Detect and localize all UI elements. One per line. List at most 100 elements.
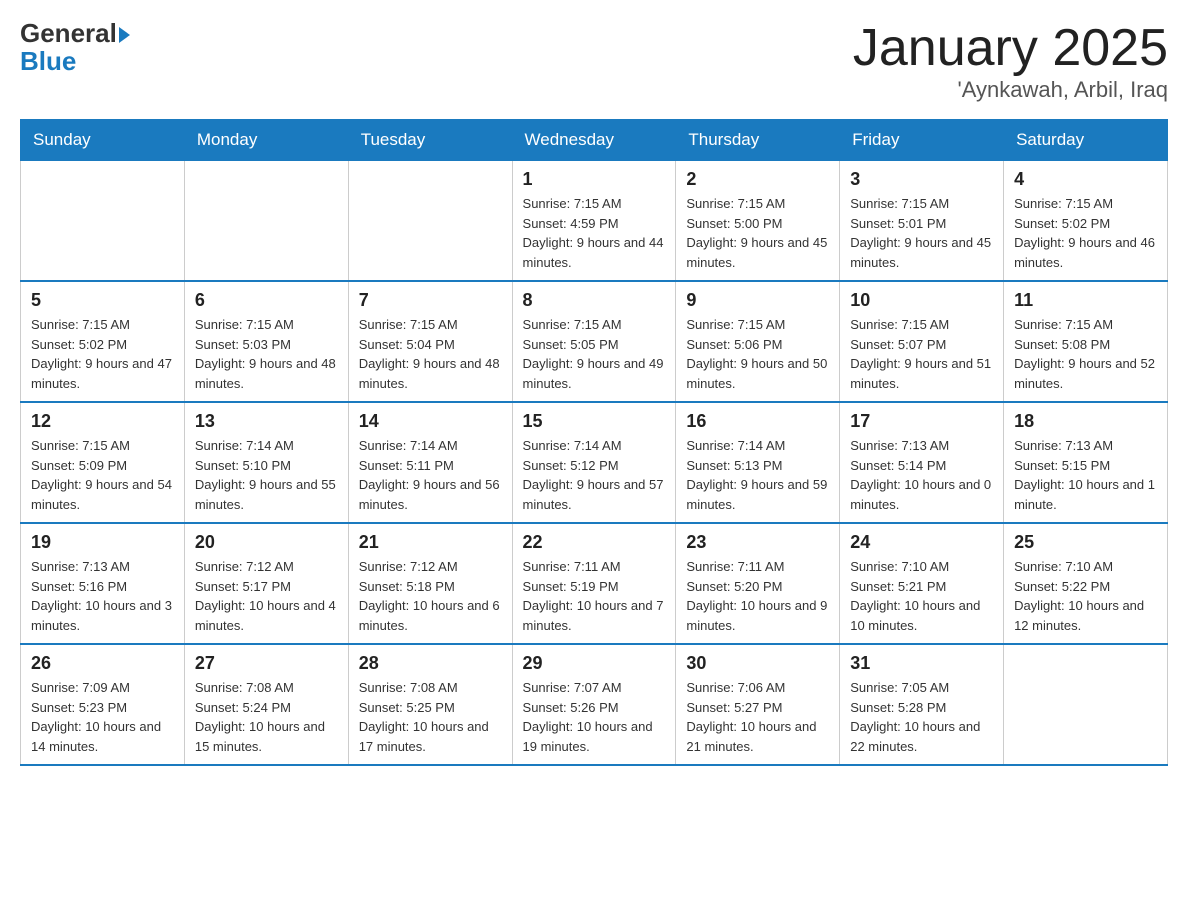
day-number: 18 bbox=[1014, 411, 1157, 432]
day-number: 17 bbox=[850, 411, 993, 432]
day-info: Sunrise: 7:11 AMSunset: 5:19 PMDaylight:… bbox=[523, 557, 666, 635]
day-of-week-thursday: Thursday bbox=[676, 120, 840, 161]
day-info: Sunrise: 7:15 AMSunset: 5:01 PMDaylight:… bbox=[850, 194, 993, 272]
day-number: 16 bbox=[686, 411, 829, 432]
day-of-week-friday: Friday bbox=[840, 120, 1004, 161]
day-cell: 29 Sunrise: 7:07 AMSunset: 5:26 PMDayligh… bbox=[512, 644, 676, 765]
day-info: Sunrise: 7:10 AMSunset: 5:22 PMDaylight:… bbox=[1014, 557, 1157, 635]
day-cell: 28 Sunrise: 7:08 AMSunset: 5:25 PMDayligh… bbox=[348, 644, 512, 765]
day-info: Sunrise: 7:15 AMSunset: 5:06 PMDaylight:… bbox=[686, 315, 829, 393]
day-info: Sunrise: 7:15 AMSunset: 5:00 PMDaylight:… bbox=[686, 194, 829, 272]
day-number: 23 bbox=[686, 532, 829, 553]
day-of-week-sunday: Sunday bbox=[21, 120, 185, 161]
title-block: January 2025 'Aynkawah, Arbil, Iraq bbox=[853, 20, 1168, 103]
day-info: Sunrise: 7:15 AMSunset: 5:09 PMDaylight:… bbox=[31, 436, 174, 514]
calendar-subtitle: 'Aynkawah, Arbil, Iraq bbox=[853, 77, 1168, 103]
day-number: 28 bbox=[359, 653, 502, 674]
day-info: Sunrise: 7:15 AMSunset: 5:04 PMDaylight:… bbox=[359, 315, 502, 393]
day-number: 29 bbox=[523, 653, 666, 674]
day-cell: 17Sunrise: 7:13 AMSunset: 5:14 PMDayligh… bbox=[840, 402, 1004, 523]
day-info: Sunrise: 7:13 AMSunset: 5:15 PMDaylight:… bbox=[1014, 436, 1157, 514]
day-cell: 30 Sunrise: 7:06 AMSunset: 5:27 PMDayligh… bbox=[676, 644, 840, 765]
day-info: Sunrise: 7:15 AMSunset: 4:59 PMDaylight:… bbox=[523, 194, 666, 272]
days-of-week-row: SundayMondayTuesdayWednesdayThursdayFrid… bbox=[21, 120, 1168, 161]
day-info: Sunrise: 7:15 AMSunset: 5:08 PMDaylight:… bbox=[1014, 315, 1157, 393]
day-cell: 14 Sunrise: 7:14 AMSunset: 5:11 PMDayligh… bbox=[348, 402, 512, 523]
week-row-1: 1 Sunrise: 7:15 AMSunset: 4:59 PMDaylight… bbox=[21, 161, 1168, 282]
day-info: Sunrise: 7:15 AMSunset: 5:07 PMDaylight:… bbox=[850, 315, 993, 393]
day-number: 7 bbox=[359, 290, 502, 311]
day-number: 5 bbox=[31, 290, 174, 311]
day-number: 31 bbox=[850, 653, 993, 674]
day-number: 6 bbox=[195, 290, 338, 311]
day-cell: 6 Sunrise: 7:15 AMSunset: 5:03 PMDaylight… bbox=[184, 281, 348, 402]
day-number: 12 bbox=[31, 411, 174, 432]
day-cell: 22 Sunrise: 7:11 AMSunset: 5:19 PMDayligh… bbox=[512, 523, 676, 644]
day-info: Sunrise: 7:15 AMSunset: 5:02 PMDaylight:… bbox=[31, 315, 174, 393]
day-number: 21 bbox=[359, 532, 502, 553]
calendar-header: SundayMondayTuesdayWednesdayThursdayFrid… bbox=[21, 120, 1168, 161]
day-number: 30 bbox=[686, 653, 829, 674]
day-cell: 12 Sunrise: 7:15 AMSunset: 5:09 PMDayligh… bbox=[21, 402, 185, 523]
day-cell: 31 Sunrise: 7:05 AMSunset: 5:28 PMDayligh… bbox=[840, 644, 1004, 765]
day-cell: 3 Sunrise: 7:15 AMSunset: 5:01 PMDaylight… bbox=[840, 161, 1004, 282]
day-cell: 1 Sunrise: 7:15 AMSunset: 4:59 PMDaylight… bbox=[512, 161, 676, 282]
day-cell: 4Sunrise: 7:15 AMSunset: 5:02 PMDaylight… bbox=[1004, 161, 1168, 282]
day-number: 14 bbox=[359, 411, 502, 432]
day-number: 26 bbox=[31, 653, 174, 674]
day-number: 24 bbox=[850, 532, 993, 553]
day-cell: 19Sunrise: 7:13 AMSunset: 5:16 PMDayligh… bbox=[21, 523, 185, 644]
day-info: Sunrise: 7:08 AMSunset: 5:25 PMDaylight:… bbox=[359, 678, 502, 756]
day-info: Sunrise: 7:10 AMSunset: 5:21 PMDaylight:… bbox=[850, 557, 993, 635]
day-info: Sunrise: 7:14 AMSunset: 5:10 PMDaylight:… bbox=[195, 436, 338, 514]
day-info: Sunrise: 7:14 AMSunset: 5:13 PMDaylight:… bbox=[686, 436, 829, 514]
day-number: 15 bbox=[523, 411, 666, 432]
day-cell: 11 Sunrise: 7:15 AMSunset: 5:08 PMDayligh… bbox=[1004, 281, 1168, 402]
week-row-2: 5 Sunrise: 7:15 AMSunset: 5:02 PMDaylight… bbox=[21, 281, 1168, 402]
day-info: Sunrise: 7:09 AMSunset: 5:23 PMDaylight:… bbox=[31, 678, 174, 756]
day-cell: 13 Sunrise: 7:14 AMSunset: 5:10 PMDayligh… bbox=[184, 402, 348, 523]
logo-top: General bbox=[20, 20, 130, 46]
day-of-week-tuesday: Tuesday bbox=[348, 120, 512, 161]
day-info: Sunrise: 7:14 AMSunset: 5:11 PMDaylight:… bbox=[359, 436, 502, 514]
day-of-week-monday: Monday bbox=[184, 120, 348, 161]
day-number: 3 bbox=[850, 169, 993, 190]
day-number: 11 bbox=[1014, 290, 1157, 311]
day-info: Sunrise: 7:08 AMSunset: 5:24 PMDaylight:… bbox=[195, 678, 338, 756]
day-cell: 2 Sunrise: 7:15 AMSunset: 5:00 PMDaylight… bbox=[676, 161, 840, 282]
day-number: 2 bbox=[686, 169, 829, 190]
logo-general-text: General bbox=[20, 18, 117, 48]
week-row-4: 19Sunrise: 7:13 AMSunset: 5:16 PMDayligh… bbox=[21, 523, 1168, 644]
day-info: Sunrise: 7:11 AMSunset: 5:20 PMDaylight:… bbox=[686, 557, 829, 635]
day-cell: 24 Sunrise: 7:10 AMSunset: 5:21 PMDayligh… bbox=[840, 523, 1004, 644]
day-cell: 18 Sunrise: 7:13 AMSunset: 5:15 PMDayligh… bbox=[1004, 402, 1168, 523]
day-number: 27 bbox=[195, 653, 338, 674]
calendar-table: SundayMondayTuesdayWednesdayThursdayFrid… bbox=[20, 119, 1168, 766]
logo: General Blue bbox=[20, 20, 130, 74]
day-cell bbox=[184, 161, 348, 282]
day-cell: 10 Sunrise: 7:15 AMSunset: 5:07 PMDayligh… bbox=[840, 281, 1004, 402]
day-cell: 8Sunrise: 7:15 AMSunset: 5:05 PMDaylight… bbox=[512, 281, 676, 402]
day-number: 10 bbox=[850, 290, 993, 311]
week-row-3: 12 Sunrise: 7:15 AMSunset: 5:09 PMDayligh… bbox=[21, 402, 1168, 523]
day-cell: 26 Sunrise: 7:09 AMSunset: 5:23 PMDayligh… bbox=[21, 644, 185, 765]
day-number: 22 bbox=[523, 532, 666, 553]
calendar-body: 1 Sunrise: 7:15 AMSunset: 4:59 PMDaylight… bbox=[21, 161, 1168, 766]
day-cell: 21 Sunrise: 7:12 AMSunset: 5:18 PMDayligh… bbox=[348, 523, 512, 644]
day-number: 13 bbox=[195, 411, 338, 432]
day-cell: 5 Sunrise: 7:15 AMSunset: 5:02 PMDaylight… bbox=[21, 281, 185, 402]
day-info: Sunrise: 7:12 AMSunset: 5:18 PMDaylight:… bbox=[359, 557, 502, 635]
day-number: 1 bbox=[523, 169, 666, 190]
day-info: Sunrise: 7:07 AMSunset: 5:26 PMDaylight:… bbox=[523, 678, 666, 756]
day-info: Sunrise: 7:15 AMSunset: 5:03 PMDaylight:… bbox=[195, 315, 338, 393]
day-number: 9 bbox=[686, 290, 829, 311]
day-info: Sunrise: 7:13 AMSunset: 5:16 PMDaylight:… bbox=[31, 557, 174, 635]
day-cell bbox=[348, 161, 512, 282]
day-of-week-saturday: Saturday bbox=[1004, 120, 1168, 161]
day-number: 25 bbox=[1014, 532, 1157, 553]
day-cell bbox=[1004, 644, 1168, 765]
day-info: Sunrise: 7:06 AMSunset: 5:27 PMDaylight:… bbox=[686, 678, 829, 756]
day-info: Sunrise: 7:05 AMSunset: 5:28 PMDaylight:… bbox=[850, 678, 993, 756]
week-row-5: 26 Sunrise: 7:09 AMSunset: 5:23 PMDayligh… bbox=[21, 644, 1168, 765]
day-info: Sunrise: 7:15 AMSunset: 5:05 PMDaylight:… bbox=[523, 315, 666, 393]
